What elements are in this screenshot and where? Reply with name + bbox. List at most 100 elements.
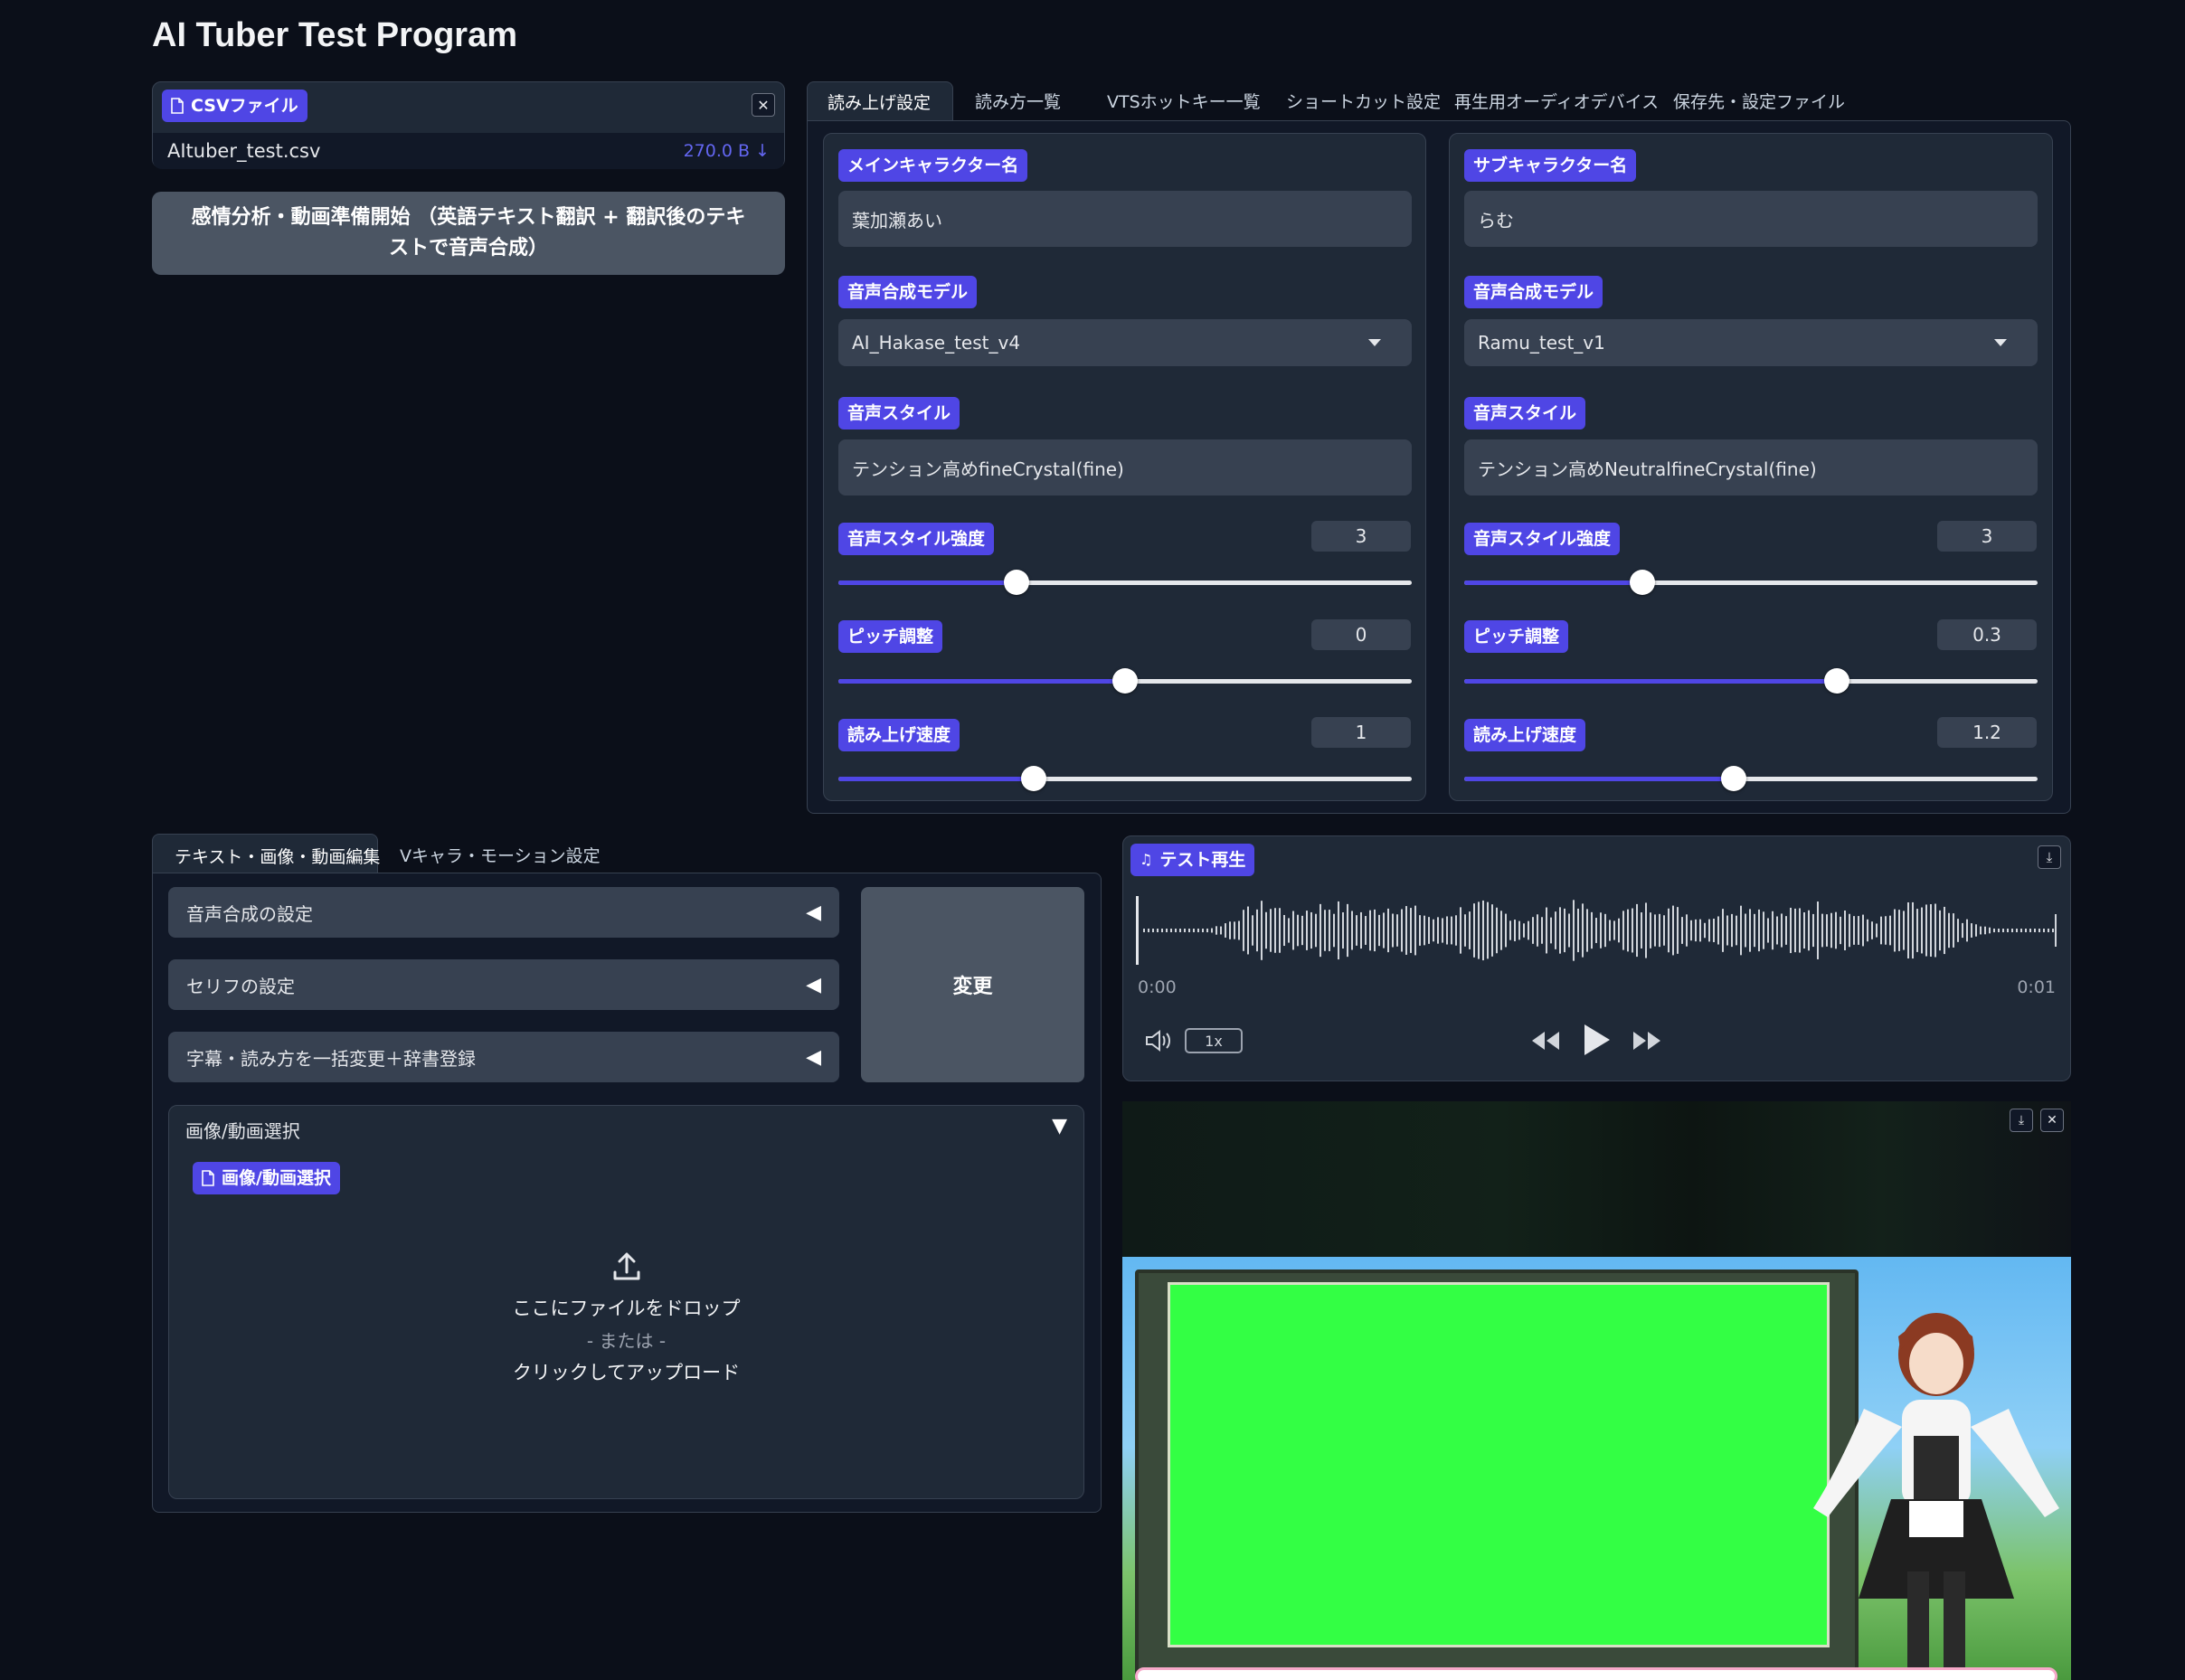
play-icon[interactable] bbox=[1583, 1023, 1612, 1057]
main-style-strength-slider[interactable] bbox=[838, 570, 1412, 595]
audio-waveform[interactable] bbox=[1136, 892, 2058, 968]
waveform-bar bbox=[1342, 911, 1344, 949]
csv-file-label: CSVファイル bbox=[162, 90, 307, 122]
tab-vchara-motion[interactable]: Vキャラ・モーション設定 bbox=[400, 843, 601, 867]
sub-char-name-input[interactable]: らむ bbox=[1464, 191, 2038, 247]
sub-speed-slider[interactable] bbox=[1464, 766, 2038, 791]
sub-voice-style-input[interactable]: テンション高めNeutralfineCrystal(fine) bbox=[1464, 439, 2038, 496]
main-speed-value[interactable]: 1 bbox=[1311, 717, 1411, 748]
tab-reading-settings[interactable]: 読み上げ設定 bbox=[807, 81, 953, 121]
main-pitch-value[interactable]: 0 bbox=[1311, 619, 1411, 650]
file-drop-zone[interactable]: ここにファイルをドロップ - または - クリックしてアップロード bbox=[169, 1205, 1083, 1495]
waveform-bar bbox=[1799, 908, 1801, 953]
csv-filesize[interactable]: 270.0 B ↓ bbox=[684, 141, 770, 161]
slider-thumb[interactable] bbox=[1003, 570, 1029, 595]
click-upload-text: クリックしてアップロード bbox=[512, 1362, 741, 1383]
sub-voice-model-select[interactable]: Ramu_test_v1 bbox=[1464, 319, 2038, 366]
waveform-bar bbox=[1650, 912, 1651, 949]
tab-save-settings[interactable]: 保存先・設定ファイル bbox=[1673, 89, 1845, 113]
waveform-bar bbox=[1586, 909, 1588, 952]
waveform-bar bbox=[1849, 913, 1850, 948]
video-preview[interactable]: ⤓ ✕ bbox=[1122, 1101, 2071, 1680]
waveform-bar bbox=[1830, 912, 1832, 949]
start-analysis-button[interactable]: 感情分析・動画準備開始 （英語テキスト翻訳 + 翻訳後のテキストで音声合成） bbox=[152, 192, 785, 275]
waveform-bar bbox=[1672, 905, 1674, 956]
waveform-bar bbox=[1329, 910, 1330, 951]
download-icon[interactable]: ⤓ bbox=[2038, 845, 2061, 869]
waveform-bar bbox=[1509, 920, 1511, 940]
sub-pitch-value[interactable]: 0.3 bbox=[1937, 619, 2037, 650]
csv-file-row[interactable]: AItuber_test.csv 270.0 B ↓ bbox=[153, 133, 784, 169]
tab-text-image-video-edit[interactable]: テキスト・画像・動画編集 bbox=[152, 834, 380, 873]
waveform-bar bbox=[1853, 916, 1855, 945]
slider-thumb[interactable] bbox=[1720, 766, 1746, 791]
subtitle-bar bbox=[1135, 1667, 2057, 1680]
waveform-bar bbox=[1862, 914, 1864, 947]
close-icon[interactable]: ✕ bbox=[752, 93, 775, 117]
main-voice-model-select[interactable]: AI_Hakase_test_v4 bbox=[838, 319, 1412, 366]
waveform-bar bbox=[1270, 909, 1272, 952]
sub-style-strength-value[interactable]: 3 bbox=[1937, 521, 2037, 552]
playhead[interactable] bbox=[1136, 896, 1139, 965]
media-select-title[interactable]: 画像/動画選択 bbox=[185, 1117, 300, 1143]
fast-forward-icon[interactable] bbox=[1632, 1030, 1662, 1052]
change-button[interactable]: 変更 bbox=[861, 887, 1084, 1082]
waveform-bar bbox=[1333, 913, 1335, 948]
waveform-bar bbox=[1546, 907, 1547, 954]
time-end: 0:01 bbox=[2017, 977, 2056, 997]
accordion-serif-settings[interactable]: セリフの設定 ◀ bbox=[168, 959, 839, 1010]
caret-down-icon[interactable]: ▼ bbox=[1052, 1115, 1067, 1137]
waveform-bar bbox=[1528, 920, 1529, 940]
waveform-bar bbox=[1740, 905, 1742, 956]
waveform-bar bbox=[1794, 908, 1796, 953]
sub-style-strength-slider[interactable] bbox=[1464, 570, 2038, 595]
waveform-bar bbox=[1912, 901, 1914, 959]
waveform-bar bbox=[1455, 915, 1457, 946]
waveform-bar bbox=[1338, 901, 1339, 960]
waveform-bar bbox=[1243, 910, 1244, 951]
waveform-bar bbox=[2011, 929, 2013, 932]
tab-shortcuts[interactable]: ショートカット設定 bbox=[1286, 89, 1441, 113]
waveform-bar bbox=[2048, 929, 2049, 932]
waveform-bar bbox=[1726, 915, 1728, 946]
waveform-bar bbox=[1360, 911, 1362, 949]
accordion-voice-synthesis[interactable]: 音声合成の設定 ◀ bbox=[168, 887, 839, 938]
start-analysis-label: 感情分析・動画準備開始 （英語テキスト翻訳 + 翻訳後のテキストで音声合成） bbox=[191, 206, 746, 260]
waveform-bar bbox=[1491, 904, 1493, 957]
waveform-bar bbox=[1984, 926, 1986, 935]
waveform-bar bbox=[1374, 909, 1376, 952]
waveform-bar bbox=[1437, 917, 1439, 944]
main-char-name-input[interactable]: 葉加瀬あい bbox=[838, 191, 1412, 247]
waveform-bar bbox=[1772, 911, 1774, 950]
download-icon[interactable]: ⤓ bbox=[2010, 1109, 2033, 1132]
sub-pitch-slider[interactable] bbox=[1464, 668, 2038, 694]
waveform-bar bbox=[1989, 927, 1991, 934]
waveform-bar bbox=[1708, 919, 1710, 942]
slider-thumb[interactable] bbox=[1824, 668, 1850, 694]
waveform-bar bbox=[1487, 901, 1489, 959]
waveform-bar bbox=[1157, 929, 1159, 932]
waveform-bar bbox=[1641, 912, 1642, 949]
green-screen bbox=[1168, 1282, 1830, 1647]
tab-vts-hotkeys[interactable]: VTSホットキー一覧 bbox=[1107, 89, 1261, 113]
playback-speed-button[interactable]: 1x bbox=[1185, 1028, 1243, 1053]
accordion-subtitle-bulk-edit[interactable]: 字幕・読み方を一括変更＋辞書登録 ◀ bbox=[168, 1032, 839, 1082]
waveform-bar bbox=[1948, 912, 1950, 949]
slider-thumb[interactable] bbox=[1629, 570, 1655, 595]
rewind-icon[interactable] bbox=[1530, 1030, 1561, 1052]
volume-icon[interactable] bbox=[1145, 1030, 1172, 1052]
slider-thumb[interactable] bbox=[1112, 668, 1138, 694]
waveform-bar bbox=[1356, 915, 1357, 946]
tab-reading-list[interactable]: 読み方一覧 bbox=[975, 89, 1061, 113]
caret-left-icon: ◀ bbox=[806, 1045, 821, 1069]
waveform-bar bbox=[1225, 923, 1226, 938]
main-style-strength-value[interactable]: 3 bbox=[1311, 521, 1411, 552]
main-speed-slider[interactable] bbox=[838, 766, 1412, 791]
tab-audio-device[interactable]: 再生用オーディオデバイス bbox=[1454, 89, 1659, 113]
main-pitch-slider[interactable] bbox=[838, 668, 1412, 694]
slider-thumb[interactable] bbox=[1020, 766, 1046, 791]
close-icon[interactable]: ✕ bbox=[2040, 1109, 2064, 1132]
sub-speed-value[interactable]: 1.2 bbox=[1937, 717, 2037, 748]
main-voice-style-input[interactable]: テンション高めfineCrystal(fine) bbox=[838, 439, 1412, 496]
waveform-bar bbox=[1582, 903, 1584, 958]
